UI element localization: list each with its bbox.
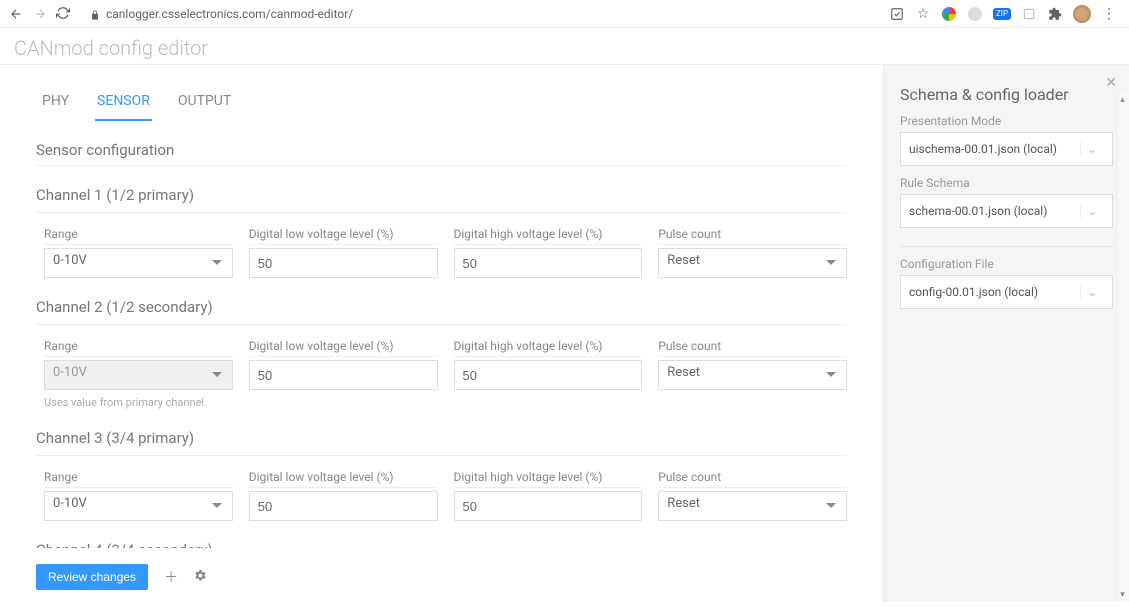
channel-1-row: Range 0-10V Digital low voltage level (%…: [36, 227, 847, 278]
channel-3-pulse-select[interactable]: Reset: [658, 491, 847, 521]
digital-high-label: Digital high voltage level (%): [454, 227, 643, 245]
chrome-menu-icon[interactable]: ⋮: [1101, 6, 1117, 22]
channel-1-low-input[interactable]: [249, 248, 438, 278]
tab-output[interactable]: OUTPUT: [176, 85, 233, 121]
channel-2-pulse-select[interactable]: Reset: [658, 360, 847, 390]
main-panel: PHY SENSOR OUTPUT Sensor configuration C…: [0, 65, 883, 602]
channel-1-high-input[interactable]: [454, 248, 643, 278]
gear-icon[interactable]: [194, 569, 207, 586]
scroll-down-icon[interactable]: ▾: [1117, 588, 1128, 602]
reload-button[interactable]: [56, 6, 72, 22]
presentation-mode-value: uischema-00.01.json (local): [909, 142, 1057, 156]
address-bar[interactable]: canlogger.csselectronics.com/canmod-edit…: [80, 4, 881, 24]
range-label: Range: [44, 227, 233, 245]
extensions-icon[interactable]: [1047, 6, 1063, 22]
extension-box-icon[interactable]: [1021, 6, 1037, 22]
browser-toolbar: canlogger.csselectronics.com/canmod-edit…: [0, 0, 1129, 28]
channel-2-low-input[interactable]: [249, 360, 438, 390]
app-title: CANmod config editor: [0, 28, 1129, 65]
chevron-down-icon: ⌄: [1080, 204, 1104, 218]
channel-3-row: Range 0-10V Digital low voltage level (%…: [36, 470, 847, 521]
pulse-count-label: Pulse count: [658, 470, 847, 488]
channel-1-range-select[interactable]: 0-10V: [44, 248, 233, 278]
forward-button[interactable]: [32, 6, 48, 22]
range-label: Range: [44, 470, 233, 488]
toolbar-icons: ☆ ZIP ⋮: [889, 5, 1121, 23]
chevron-down-icon: ⌄: [1080, 285, 1104, 299]
channel-3-title: Channel 3 (3/4 primary): [36, 429, 847, 456]
digital-high-label: Digital high voltage level (%): [454, 339, 643, 357]
digital-low-label: Digital low voltage level (%): [249, 339, 438, 357]
channel-2-row: Range 0-10V Digital low voltage level (%…: [36, 339, 847, 390]
config-file-value: config-00.01.json (local): [909, 285, 1038, 299]
tab-bar: PHY SENSOR OUTPUT: [36, 85, 847, 121]
digital-low-label: Digital low voltage level (%): [249, 227, 438, 245]
review-changes-button[interactable]: Review changes: [36, 564, 148, 590]
rule-schema-label: Rule Schema: [900, 176, 1113, 190]
channel-2-high-input[interactable]: [454, 360, 643, 390]
schema-loader-panel: ✕ Schema & config loader Presentation Mo…: [883, 65, 1129, 602]
close-icon[interactable]: ✕: [1105, 75, 1117, 91]
channel-3-low-input[interactable]: [249, 491, 438, 521]
digital-low-label: Digital low voltage level (%): [249, 470, 438, 488]
pulse-count-label: Pulse count: [658, 339, 847, 357]
zip-extension-icon[interactable]: ZIP: [993, 8, 1011, 20]
channel-3-range-select[interactable]: 0-10V: [44, 491, 233, 521]
presentation-mode-label: Presentation Mode: [900, 114, 1113, 128]
config-file-select[interactable]: config-00.01.json (local) ⌄: [900, 275, 1113, 309]
channel-3-high-input[interactable]: [454, 491, 643, 521]
sidebar-divider: [900, 246, 1113, 247]
profile-avatar[interactable]: [1073, 5, 1091, 23]
channel-2-title: Channel 2 (1/2 secondary): [36, 298, 847, 325]
channel-1-title: Channel 1 (1/2 primary): [36, 186, 847, 213]
channel-1-pulse-select[interactable]: Reset: [658, 248, 847, 278]
tab-sensor[interactable]: SENSOR: [95, 85, 152, 121]
extension-colorful-icon[interactable]: [941, 6, 957, 22]
rule-schema-select[interactable]: schema-00.01.json (local) ⌄: [900, 194, 1113, 228]
sidebar-title: Schema & config loader: [900, 85, 1113, 104]
star-icon[interactable]: ☆: [915, 6, 931, 22]
channel-2-range-select: 0-10V: [44, 360, 233, 390]
range-label: Range: [44, 339, 233, 357]
rule-schema-value: schema-00.01.json (local): [909, 204, 1047, 218]
page-body: PHY SENSOR OUTPUT Sensor configuration C…: [0, 65, 1129, 602]
add-icon[interactable]: ＋: [164, 567, 178, 587]
config-file-label: Configuration File: [900, 257, 1113, 271]
presentation-mode-select[interactable]: uischema-00.01.json (local) ⌄: [900, 132, 1113, 166]
tab-phy[interactable]: PHY: [40, 85, 71, 121]
url-text: canlogger.csselectronics.com/canmod-edit…: [106, 7, 353, 21]
extension-gray-icon[interactable]: [967, 6, 983, 22]
scroll-up-icon[interactable]: ▴: [1117, 93, 1128, 107]
vertical-scrollbar[interactable]: ▴ ▾: [1116, 93, 1128, 602]
back-button[interactable]: [8, 6, 24, 22]
chevron-down-icon: ⌄: [1080, 142, 1104, 156]
pulse-count-label: Pulse count: [658, 227, 847, 245]
action-bar: Review changes ＋: [36, 548, 847, 602]
section-title: Sensor configuration: [36, 141, 847, 166]
channel-2-hint: Uses value from primary channel: [36, 396, 847, 409]
share-icon[interactable]: [889, 6, 905, 22]
digital-high-label: Digital high voltage level (%): [454, 470, 643, 488]
lock-icon: [90, 9, 100, 19]
